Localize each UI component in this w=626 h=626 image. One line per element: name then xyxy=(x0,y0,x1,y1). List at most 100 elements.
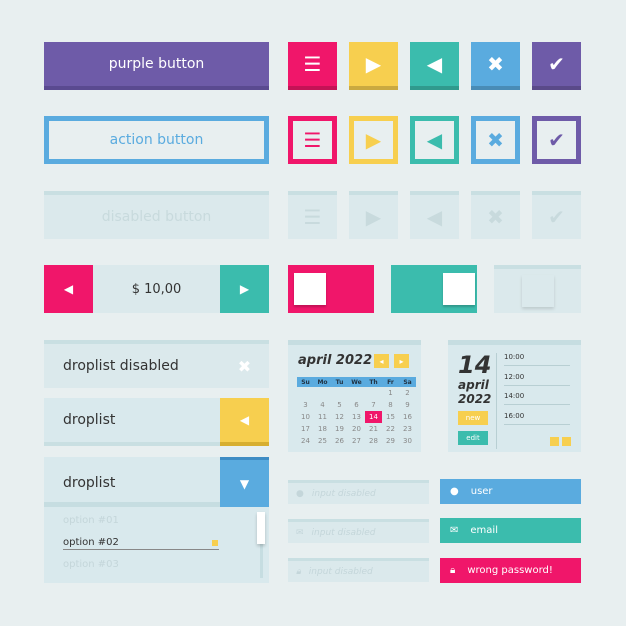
calendar-date[interactable]: 28 xyxy=(365,435,382,447)
calendar-date[interactable]: 8 xyxy=(382,399,399,411)
left-arrow-button[interactable]: ◀ xyxy=(220,398,269,446)
calendar-date[interactable]: 18 xyxy=(314,423,331,435)
email-input[interactable]: ✉ email xyxy=(440,518,581,543)
action-button[interactable]: action button xyxy=(44,116,269,164)
calendar-date[interactable]: 17 xyxy=(297,423,314,435)
calendar-date xyxy=(297,387,314,399)
email-input-disabled: ✉ input disabled xyxy=(288,519,429,543)
calendar-date[interactable]: 24 xyxy=(297,435,314,447)
calendar-date[interactable]: 13 xyxy=(348,411,365,423)
calendar-date[interactable]: 25 xyxy=(314,435,331,447)
calendar-date[interactable]: 20 xyxy=(348,423,365,435)
calendar-date[interactable]: 4 xyxy=(314,399,331,411)
calendar-date[interactable]: 29 xyxy=(382,435,399,447)
droplist-label: droplist disabled xyxy=(63,358,179,374)
toggle-teal[interactable] xyxy=(391,265,477,313)
close-button[interactable]: ✖ xyxy=(471,42,520,90)
time-slot[interactable]: 16:00 xyxy=(504,412,570,425)
check-button[interactable]: ✔ xyxy=(532,42,581,90)
calendar-date[interactable]: 10 xyxy=(297,411,314,423)
close-icon: ✖ xyxy=(487,52,504,76)
droplist[interactable]: droplist ◀ xyxy=(44,398,269,446)
weekday-header: Su xyxy=(297,377,314,387)
check-icon: ✔ xyxy=(548,52,565,76)
play-button[interactable]: ▶ xyxy=(349,116,398,164)
price-stepper[interactable]: ◀ $ 10,00 ▶ xyxy=(44,265,269,313)
option-item-selected[interactable]: option #02 xyxy=(63,537,219,550)
calendar-date[interactable]: 27 xyxy=(348,435,365,447)
calendar-date[interactable]: 9 xyxy=(399,399,416,411)
back-button[interactable]: ◀ xyxy=(410,116,459,164)
option-item[interactable]: option #03 xyxy=(63,559,119,570)
purple-button[interactable]: purple button xyxy=(44,42,269,90)
increment-button[interactable]: ▶ xyxy=(220,265,269,313)
prev-month-button[interactable]: ◂ xyxy=(374,354,389,368)
calendar-date[interactable]: 1 xyxy=(382,387,399,399)
input-placeholder: input disabled xyxy=(311,527,376,538)
weekday-header: We xyxy=(348,377,365,387)
calendar-date[interactable]: 5 xyxy=(331,399,348,411)
calendar-date[interactable]: 15 xyxy=(382,411,399,423)
calendar-date[interactable]: 22 xyxy=(382,423,399,435)
calendar-date[interactable]: 3 xyxy=(297,399,314,411)
calendar-date xyxy=(348,387,365,399)
time-slot[interactable]: 10:00 xyxy=(504,353,570,366)
time-slot[interactable]: 12:00 xyxy=(504,373,570,386)
calendar-date[interactable]: 30 xyxy=(399,435,416,447)
calendar-date[interactable]: 16 xyxy=(399,411,416,423)
password-input-error[interactable]: 🔒︎ wrong password! xyxy=(440,558,581,583)
envelope-icon: ✉ xyxy=(450,525,459,536)
calendar-date[interactable]: 6 xyxy=(348,399,365,411)
droplist-label: droplist xyxy=(63,412,116,428)
next-month-button[interactable]: ▸ xyxy=(394,354,409,368)
play-button: ▶ xyxy=(349,191,398,239)
calendar-date[interactable]: 2 xyxy=(399,387,416,399)
toggle-knob[interactable] xyxy=(443,273,475,305)
calendar-date[interactable]: 7 xyxy=(365,399,382,411)
decrement-button[interactable]: ◀ xyxy=(44,265,93,313)
menu-button[interactable]: ☰ xyxy=(288,116,337,164)
calendar-date[interactable]: 11 xyxy=(314,411,331,423)
calendar-date[interactable]: 12 xyxy=(331,411,348,423)
lock-icon: 🔒︎ xyxy=(450,565,456,576)
close-button: ✖ xyxy=(471,191,520,239)
time-slot[interactable]: 14:00 xyxy=(504,392,570,405)
close-icon: ✖ xyxy=(237,356,252,376)
back-button: ◀ xyxy=(410,191,459,239)
chevron-down-icon[interactable]: ▼ xyxy=(220,457,269,507)
droplist-label: droplist xyxy=(63,475,116,491)
menu-icon: ☰ xyxy=(303,52,322,76)
edit-button[interactable]: edit xyxy=(458,431,488,445)
check-button: ✔ xyxy=(532,191,581,239)
menu-button[interactable]: ☰ xyxy=(288,42,337,90)
toggle-pink[interactable] xyxy=(288,265,374,313)
user-icon: ● xyxy=(296,488,304,499)
play-icon: ▶ xyxy=(365,52,382,76)
user-input[interactable]: ● user xyxy=(440,479,581,504)
calendar-date[interactable]: 21 xyxy=(365,423,382,435)
disabled-button: disabled button xyxy=(44,191,269,239)
close-icon: ✖ xyxy=(487,128,504,152)
user-icon: ● xyxy=(450,486,459,497)
close-button[interactable]: ✖ xyxy=(471,116,520,164)
scrollbar-thumb[interactable] xyxy=(257,512,265,544)
next-button[interactable] xyxy=(562,437,571,446)
new-button[interactable]: new xyxy=(458,411,488,425)
back-icon: ◀ xyxy=(426,128,443,152)
calendar-date[interactable]: 23 xyxy=(399,423,416,435)
selected-date[interactable]: 14 xyxy=(365,411,382,423)
menu-button: ☰ xyxy=(288,191,337,239)
calendar-date[interactable]: 26 xyxy=(331,435,348,447)
play-button[interactable]: ▶ xyxy=(349,42,398,90)
back-button[interactable]: ◀ xyxy=(410,42,459,90)
calendar-date[interactable]: 19 xyxy=(331,423,348,435)
option-item[interactable]: option #01 xyxy=(63,515,119,526)
toggle-disabled xyxy=(494,265,581,313)
prev-button[interactable] xyxy=(550,437,559,446)
toggle-knob[interactable] xyxy=(294,273,326,305)
check-button[interactable]: ✔ xyxy=(532,116,581,164)
weekday-header: Sa xyxy=(399,377,416,387)
droplist-open[interactable]: droplist ▼ option #01 option #02 option … xyxy=(44,457,269,583)
calendar: april 2022 ◂ ▸ Su Mo Tu We Th Fr Sa 1 2 3 4 5 6 7 8 9 10… xyxy=(288,340,421,452)
schedule-month: april xyxy=(458,378,489,392)
